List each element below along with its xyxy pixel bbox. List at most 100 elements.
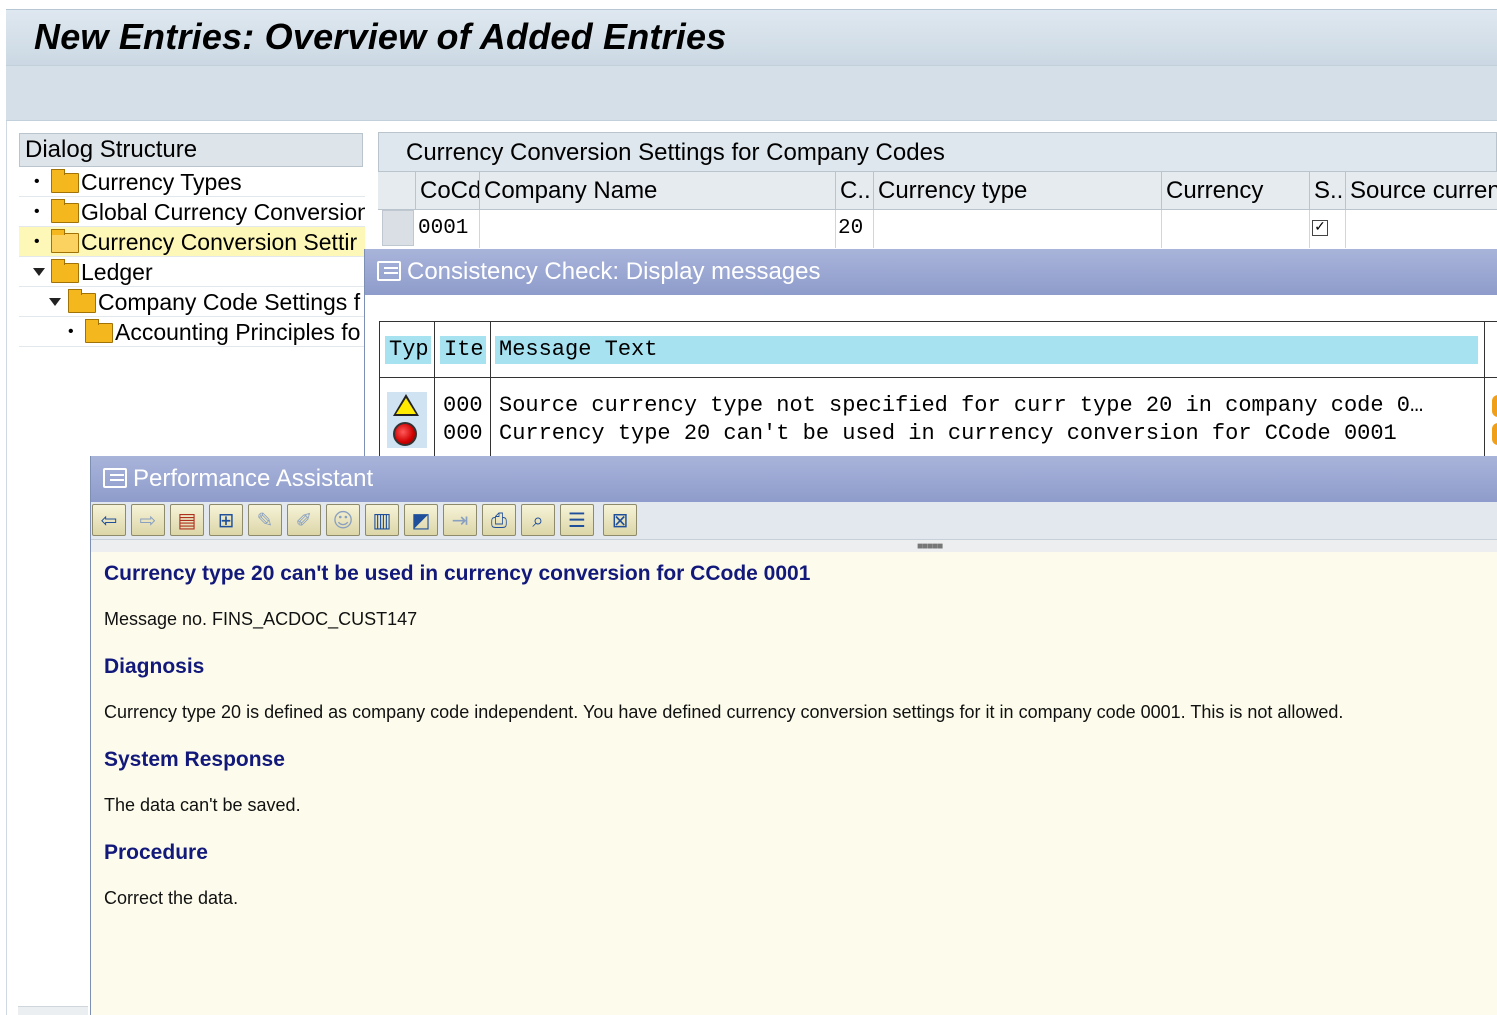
page-title: New Entries: Overview of Added Entries: [34, 16, 727, 57]
message-number: Message no. FINS_ACDOC_CUST147: [104, 609, 418, 629]
edit-icon[interactable]: ✎: [248, 504, 282, 536]
dialog-structure-header: Dialog Structure: [19, 133, 363, 167]
title-bar: New Entries: Overview of Added Entries: [6, 9, 1497, 65]
user-icon[interactable]: ☺: [326, 504, 360, 536]
tree-item-currency-conversion-settings[interactable]: • Currency Conversion Settir: [19, 227, 365, 257]
message-item[interactable]: 000: [443, 420, 487, 448]
procedure-heading: Procedure: [104, 841, 208, 864]
cell-cocd[interactable]: 0001: [416, 210, 480, 248]
tree-item-label: Accounting Principles fo: [115, 319, 361, 345]
display-icon[interactable]: ▥: [365, 504, 399, 536]
diagnosis-heading: Diagnosis: [104, 655, 205, 678]
technical-info-icon[interactable]: ◩: [404, 504, 438, 536]
column-header-currency-type[interactable]: Currency type: [874, 172, 1162, 210]
column-header-source-currency[interactable]: Source curren: [1346, 172, 1497, 210]
folder-icon: [51, 169, 79, 193]
bullet-icon: •: [34, 233, 40, 250]
cell-currency[interactable]: [1162, 210, 1310, 248]
forward-arrow-icon[interactable]: ⇨: [131, 504, 165, 536]
column-header-company-name[interactable]: Company Name: [480, 172, 836, 210]
grip-icon: ■■■■■: [917, 541, 943, 552]
table-border: [379, 322, 380, 460]
tree-item-accounting-principles[interactable]: • Accounting Principles fo: [19, 317, 365, 347]
system-response-heading: System Response: [104, 748, 285, 771]
consistency-check-dialog: Consistency Check: Display messages Typ …: [364, 249, 1497, 460]
close-window-icon[interactable]: ⊠: [603, 504, 637, 536]
scroll-marker: [1492, 395, 1497, 417]
open-folder-icon: [51, 229, 79, 253]
bullet-icon: •: [34, 203, 40, 220]
folder-icon: [51, 259, 79, 283]
cell-company-name[interactable]: [480, 210, 836, 248]
message-type-cell[interactable]: [387, 420, 427, 448]
system-response-text: The data can't be saved.: [104, 795, 301, 815]
consistency-dialog-title: Consistency Check: Display messages: [407, 258, 821, 285]
column-header-message-text[interactable]: Message Text: [495, 336, 1478, 364]
tree-item-ledger[interactable]: Ledger: [19, 257, 365, 287]
folder-icon: [51, 199, 79, 223]
tree-item-label: Ledger: [81, 259, 153, 285]
document-icon[interactable]: ▤: [170, 504, 204, 536]
error-icon: [393, 422, 417, 446]
performance-assistant-window: Performance Assistant ⇦ ⇨ ▤ ⊞ ✎ ✐ ☺ ▥ ◩ …: [90, 456, 1497, 1015]
diagnosis-text: Currency type 20 is defined as company c…: [104, 702, 1344, 722]
cell-s: ✓: [1310, 210, 1346, 248]
forward-doc-icon[interactable]: ⇥: [443, 504, 477, 536]
long-text-icon[interactable]: ☰: [560, 504, 594, 536]
splitter-handle[interactable]: ■■■■■: [91, 540, 1497, 552]
column-header-ite[interactable]: Ite: [440, 336, 486, 364]
expand-triangle-icon[interactable]: [49, 298, 61, 306]
cell-source-currency[interactable]: [1346, 210, 1497, 248]
performance-assistant-toolbar: ⇦ ⇨ ▤ ⊞ ✎ ✐ ☺ ▥ ◩ ⇥ ⎙ ⌕ ☰ ⊠: [91, 502, 1497, 540]
message-text[interactable]: Source currency type not specified for c…: [499, 392, 1482, 420]
column-header-c[interactable]: C..: [836, 172, 874, 210]
column-divider: [490, 322, 491, 460]
tree-item-label: Company Code Settings f: [98, 289, 361, 315]
dialog-window-icon: [103, 468, 127, 488]
performance-assistant-title: Performance Assistant: [133, 465, 374, 492]
table-title: Currency Conversion Settings for Company…: [378, 132, 1497, 172]
application-toolbar: [6, 65, 1497, 121]
row-selector[interactable]: [382, 210, 414, 246]
tree-item-global-currency-conversion[interactable]: • Global Currency Conversion: [19, 197, 365, 227]
cell-c[interactable]: 20: [836, 210, 874, 248]
help-heading: Currency type 20 can't be used in curren…: [104, 562, 811, 585]
table-area: Currency Conversion Settings for Company…: [378, 132, 1497, 252]
cell-currency-type[interactable]: [874, 210, 1162, 248]
bullet-icon: •: [68, 323, 74, 340]
edit-pencil-icon[interactable]: ✐: [287, 504, 321, 536]
bullet-icon: •: [34, 173, 40, 190]
tree-item-currency-types[interactable]: • Currency Types: [19, 167, 365, 197]
column-header-typ[interactable]: Typ: [385, 336, 431, 364]
select-all-header[interactable]: [378, 172, 416, 210]
column-divider: [1484, 322, 1485, 460]
message-text[interactable]: Currency type 20 can't be used in curren…: [499, 420, 1482, 448]
procedure-text: Correct the data.: [104, 888, 239, 908]
dialog-structure-tree: • Currency Types • Global Currency Conve…: [19, 167, 365, 347]
tree-item-label: Currency Conversion Settir: [81, 229, 358, 255]
column-header-s[interactable]: S..: [1310, 172, 1346, 210]
print-icon[interactable]: ⎙: [482, 504, 516, 536]
column-header-currency[interactable]: Currency: [1162, 172, 1310, 210]
tree-item-label: Global Currency Conversion: [81, 199, 365, 225]
find-icon[interactable]: ⌕: [521, 504, 555, 536]
warning-icon: [393, 394, 419, 416]
header-divider: [379, 377, 1497, 378]
message-type-cell[interactable]: [387, 392, 427, 420]
folder-icon: [68, 289, 96, 313]
tree-structure-icon[interactable]: ⊞: [209, 504, 243, 536]
panel-scroll-strip[interactable]: [18, 1006, 88, 1015]
folder-icon: [85, 319, 113, 343]
column-divider: [434, 322, 435, 460]
consistency-dialog-titlebar: Consistency Check: Display messages: [365, 249, 1497, 295]
s-checkbox[interactable]: ✓: [1312, 220, 1328, 236]
expand-triangle-icon[interactable]: [33, 268, 45, 276]
column-header-cocd[interactable]: CoCd: [416, 172, 480, 210]
tree-item-label: Currency Types: [81, 169, 242, 195]
dialog-window-icon: [377, 261, 401, 281]
scroll-marker: [1492, 423, 1497, 445]
message-item[interactable]: 000: [443, 392, 487, 420]
back-arrow-icon[interactable]: ⇦: [92, 504, 126, 536]
tree-item-company-code-settings[interactable]: Company Code Settings f: [19, 287, 365, 317]
message-table: Typ Ite Message Text 000 Source currency…: [379, 321, 1497, 460]
